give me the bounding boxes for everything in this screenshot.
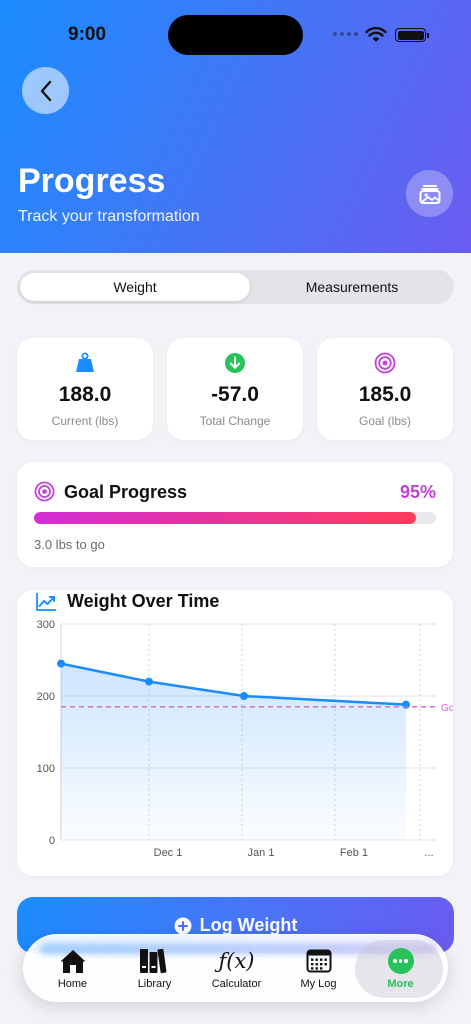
photos-button[interactable] <box>406 170 453 217</box>
page-subtitle: Track your transformation <box>18 208 200 225</box>
more-icon <box>387 948 414 974</box>
goal-progress-card: Goal Progress 95% 3.0 lbs to go <box>17 462 453 567</box>
calendar-icon <box>306 949 331 973</box>
stat-card-goal: 185.0 Goal (lbs) <box>317 338 453 440</box>
weight-point <box>145 677 153 686</box>
weight-line-chart: 300 200 100 0 Dec 1 Jan 1 Feb 1 ... Go <box>37 619 453 859</box>
stat-card-current: 188.0 Current (lbs) <box>17 338 153 440</box>
current-weight-label: Current (lbs) <box>51 414 119 428</box>
wifi-icon <box>365 27 387 42</box>
target-icon <box>34 481 55 502</box>
weight-point <box>240 692 248 700</box>
dynamic-island <box>168 15 303 55</box>
photo-stack-icon <box>419 184 440 204</box>
tab-library[interactable]: Library <box>112 935 197 1003</box>
total-change-label: Total Change <box>199 414 271 428</box>
total-change-value: -57.0 <box>211 383 259 406</box>
segment-weight[interactable]: Weight <box>20 273 250 301</box>
target-icon <box>374 352 396 374</box>
house-icon <box>60 950 85 973</box>
tab-home[interactable]: Home <box>30 935 115 1003</box>
log-weight-label: Log Weight <box>199 915 298 935</box>
chevron-left-icon <box>40 80 51 101</box>
y-tick-label: 100 <box>37 763 55 775</box>
weight-area <box>61 663 406 840</box>
goal-line-label: Go <box>441 703 453 714</box>
goal-progress-percent: 95% <box>399 482 436 502</box>
y-tick-label: 300 <box>37 619 55 631</box>
goal-remaining-text: 3.0 lbs to go <box>34 537 105 552</box>
tab-bar: Home Library ƒ(x) Calculator My Log More <box>23 934 448 1002</box>
arrow-down-circle-icon <box>225 353 245 373</box>
page-title: Progress <box>18 162 166 200</box>
segment-measurements[interactable]: Measurements <box>253 273 451 301</box>
goal-weight-label: Goal (lbs) <box>358 414 411 428</box>
x-tick-label: ... <box>424 847 433 859</box>
status-time: 9:00 <box>68 24 107 45</box>
weight-point <box>57 659 65 668</box>
tab-my-log[interactable]: My Log <box>276 935 361 1003</box>
goal-progress-title: Goal Progress <box>64 482 188 502</box>
x-tick-label: Dec 1 <box>154 847 183 859</box>
books-icon <box>139 948 167 974</box>
goal-weight-value: 185.0 <box>358 383 412 406</box>
tab-calculator[interactable]: ƒ(x) Calculator <box>194 935 279 1003</box>
signal-icon <box>333 32 358 36</box>
y-tick-label: 0 <box>49 835 55 847</box>
plus-circle-icon <box>174 917 192 934</box>
goal-progress-fill <box>34 512 416 524</box>
weight-icon <box>76 352 94 372</box>
function-icon: ƒ(x) <box>218 949 255 973</box>
tab-more[interactable]: More <box>358 935 443 1003</box>
goal-progress-bar <box>34 512 436 524</box>
y-tick-label: 200 <box>37 691 55 703</box>
back-button[interactable] <box>22 67 69 114</box>
current-weight-value: 188.0 <box>58 383 112 406</box>
x-tick-label: Feb 1 <box>340 847 368 859</box>
status-icons <box>333 27 429 43</box>
weight-chart-card: Weight Over Time 300 200 100 0 Dec 1 Jan 1 Feb… <box>17 590 453 876</box>
stat-card-total-change: -57.0 Total Change <box>167 338 303 440</box>
header: 9:00 Progress Track your transformation <box>0 0 471 253</box>
weight-measurements-toggle: Weight Measurements <box>17 270 454 304</box>
x-tick-label: Jan 1 <box>248 847 275 859</box>
battery-icon <box>395 28 429 42</box>
